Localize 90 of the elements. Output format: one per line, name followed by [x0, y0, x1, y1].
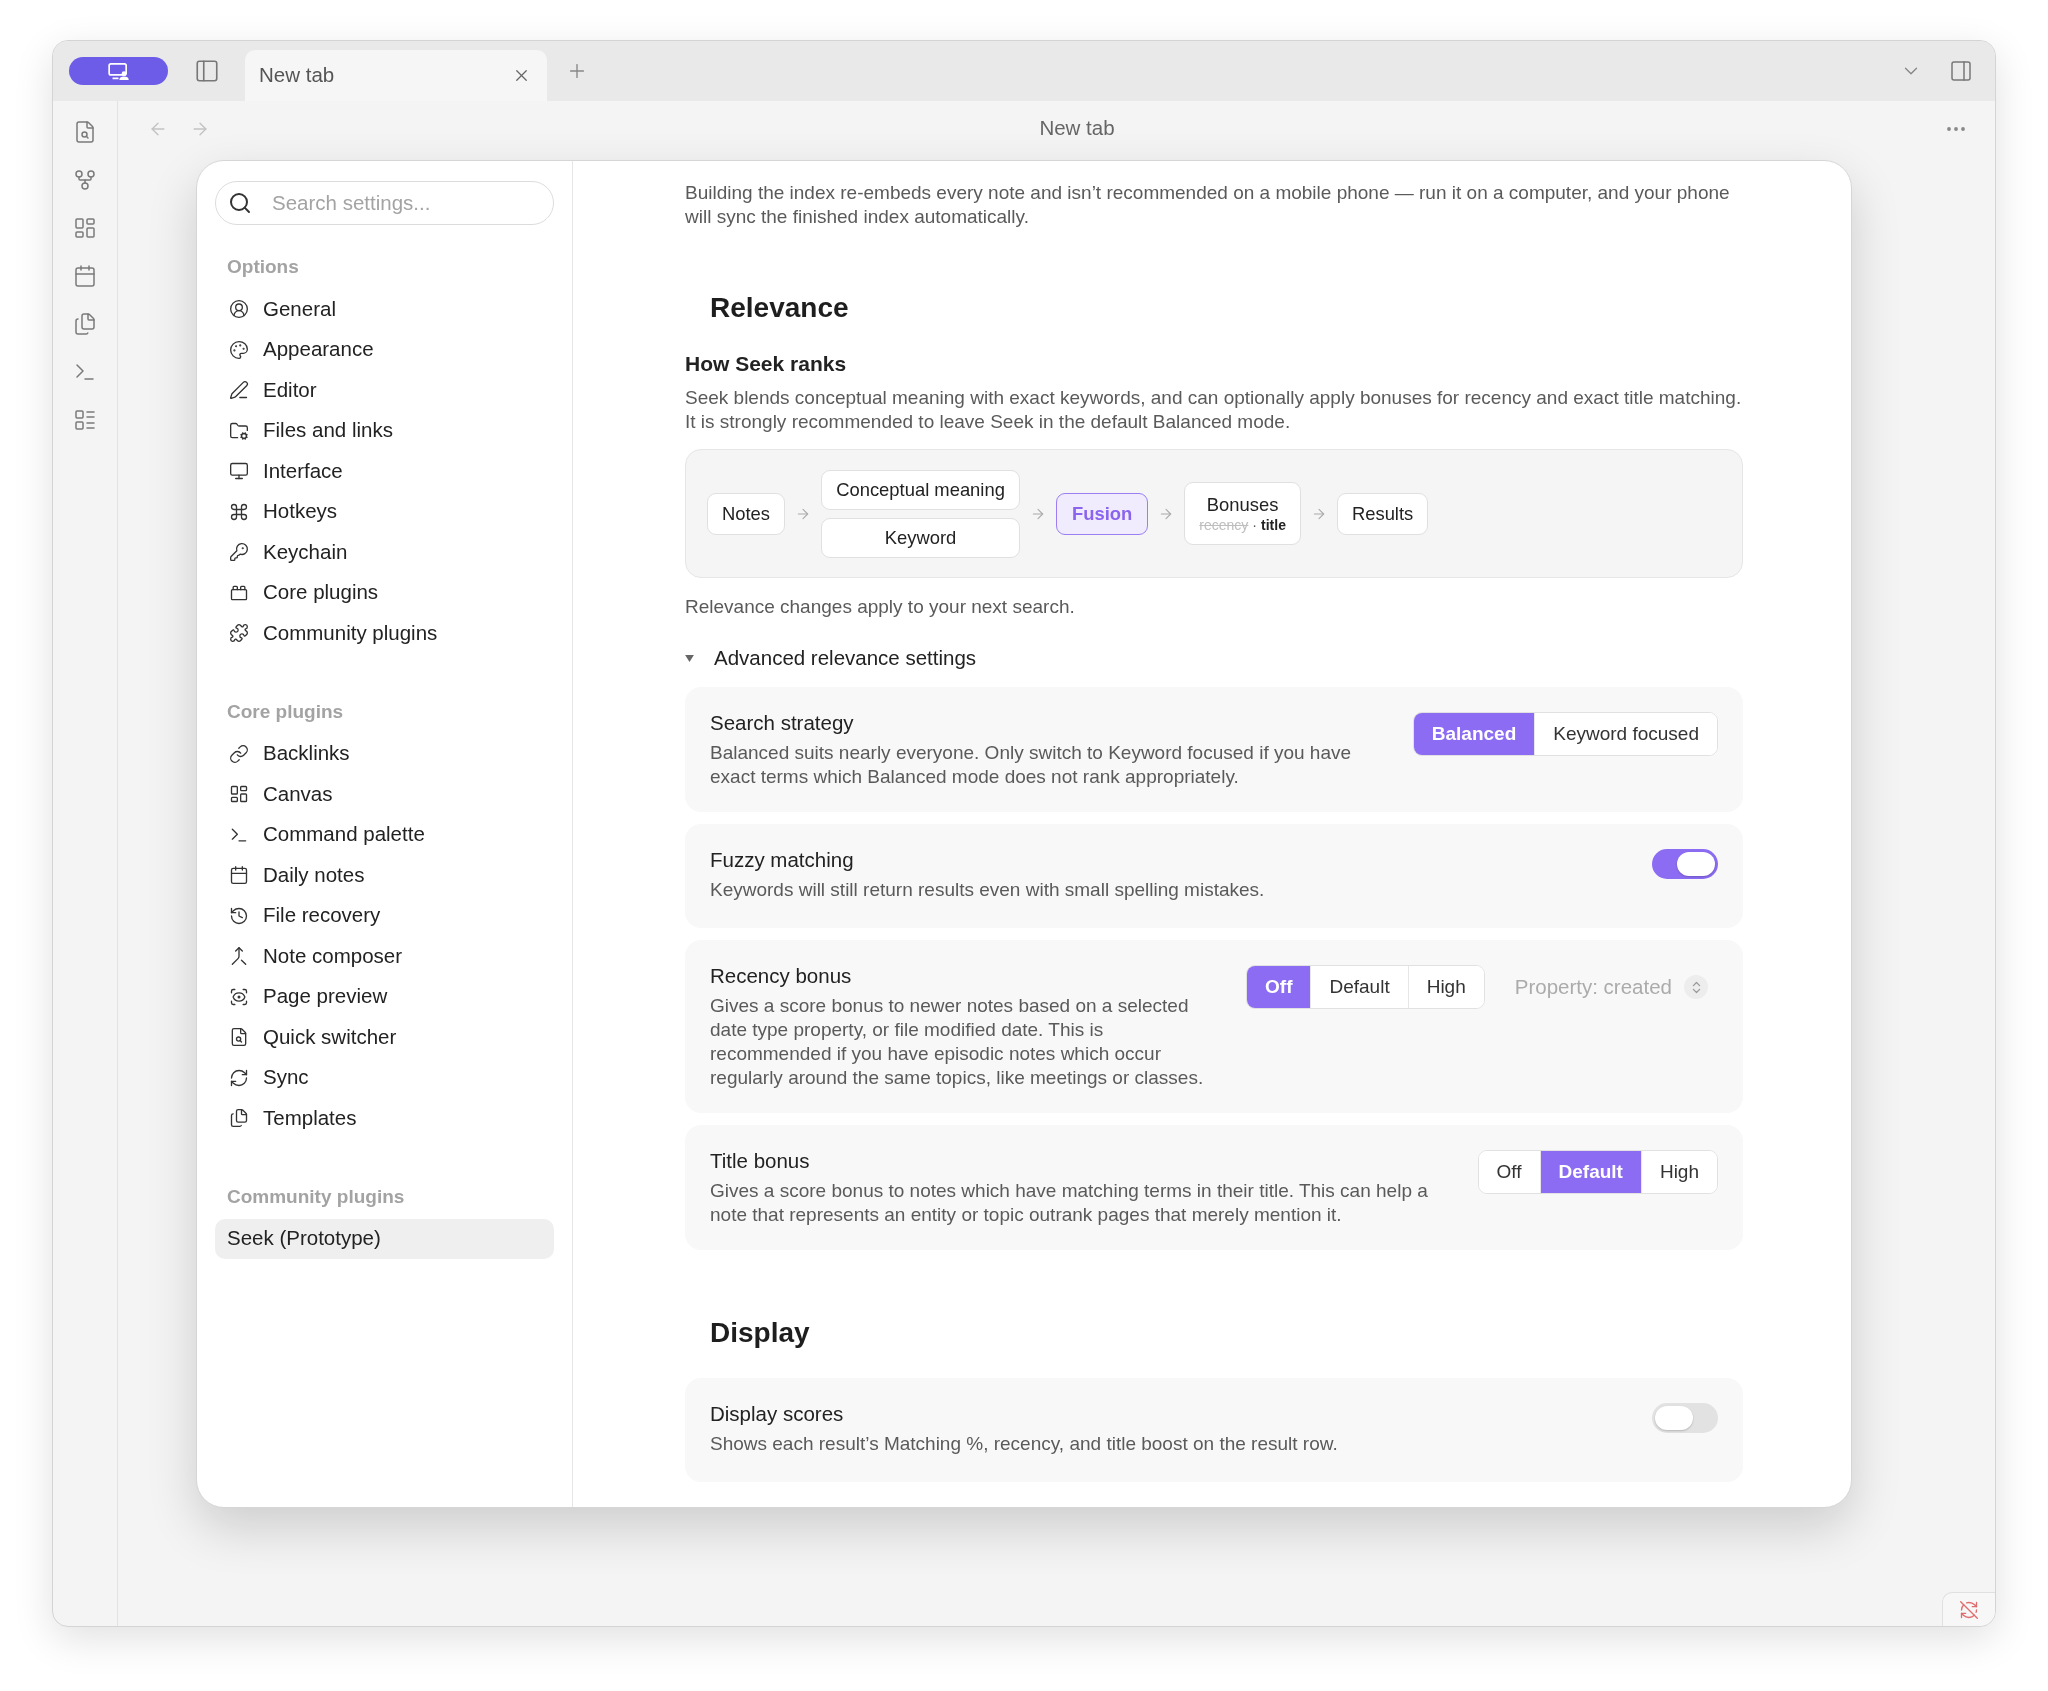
sidebar-item[interactable]: General — [215, 289, 554, 330]
setting-description: Balanced suits nearly everyone. Only switch to Keyword focused if you have exact terms which Balanced mode does not rank appropriately. — [710, 741, 1353, 789]
pen-icon — [229, 380, 249, 401]
setting-title: Search strategy — [710, 710, 855, 736]
grid-icon[interactable] — [73, 216, 97, 240]
sidebar-item[interactable]: File recovery — [215, 895, 554, 936]
user-circle-icon — [229, 299, 249, 320]
sidebar-item[interactable]: Core plugins — [215, 572, 554, 613]
sidebar-item[interactable]: Note composer — [215, 936, 554, 977]
section-heading: Options — [226, 255, 300, 279]
sidebar-item[interactable]: Canvas — [215, 774, 554, 815]
pipeline-node: Conceptual meaning — [821, 469, 1021, 510]
command-key-icon — [229, 501, 249, 522]
search-icon — [228, 191, 252, 215]
monitor-user-icon — [108, 62, 129, 80]
node-label: Bonuses — [1206, 493, 1279, 516]
search-field[interactable]: Search settings... — [215, 181, 554, 225]
monitor-icon — [229, 461, 249, 482]
pipeline-node: Results — [1336, 492, 1429, 535]
eye-scan-icon — [229, 986, 249, 1007]
files-icon — [229, 1108, 249, 1129]
sidebar-item[interactable]: Command palette — [215, 814, 554, 855]
sidebar-item[interactable]: Quick switcher — [215, 1017, 554, 1058]
sidebar-item[interactable]: Seek (Prototype) — [215, 1218, 554, 1259]
setting-description: Gives a score bonus to newer notes based on a selected date type property, or file modified date. This is recommended if you have episodic notes which occur regularly around the same topics, like meetings or classes. — [710, 994, 1205, 1090]
merge-icon — [229, 946, 249, 967]
pipeline-node: Keyword — [821, 517, 1021, 558]
segment-option[interactable]: Off — [1247, 966, 1311, 1008]
bonus-terms: recency · title — [1199, 515, 1286, 534]
key-icon — [229, 542, 249, 563]
file-search-icon[interactable] — [73, 120, 97, 144]
setting-title: Fuzzy matching — [710, 847, 855, 873]
up-down-icon — [1684, 975, 1708, 999]
setting-description: Gives a score bonus to notes which have matching terms in their title. This can help a note that represents an entity or topic outrank pages that merely mention it. — [710, 1179, 1429, 1227]
right-sidebar-toggle-icon[interactable] — [1949, 59, 1973, 83]
files-icon[interactable] — [73, 312, 97, 336]
sidebar-item[interactable]: Sync — [215, 1057, 554, 1098]
pipeline-node: Notes — [707, 492, 786, 535]
section-title: Relevance — [709, 291, 850, 325]
sidebar-item[interactable]: Community plugins — [215, 613, 554, 654]
setting-title: Title bonus — [710, 1148, 811, 1174]
sync-status-button[interactable] — [1942, 1592, 1995, 1626]
sidebar-item[interactable]: Keychain — [215, 532, 554, 573]
link-icon — [229, 743, 249, 764]
disclosure-toggle[interactable]: Advanced relevance settings — [685, 645, 977, 671]
setting-description: Keywords will still return results even with small spelling mistakes. — [710, 878, 1266, 902]
graph-icon[interactable] — [73, 168, 97, 192]
view-title: New tab — [1039, 115, 1115, 142]
segment-option[interactable]: High — [1407, 966, 1484, 1008]
grid-icon — [229, 784, 249, 805]
file-search-icon — [229, 1027, 249, 1048]
workspace-button[interactable] — [69, 57, 168, 85]
segment-option[interactable]: Default — [1539, 1151, 1641, 1193]
sidebar-item[interactable]: Hotkeys — [215, 491, 554, 532]
calendar-icon — [229, 865, 249, 886]
description-text: Relevance changes apply to your next search. — [685, 595, 1076, 619]
pipeline-node: Fusion — [1056, 492, 1149, 535]
sync-off-icon — [1959, 1599, 1979, 1620]
section-title: Display — [709, 1316, 811, 1350]
setting-title: Display scores — [710, 1401, 845, 1427]
sync-icon — [229, 1067, 249, 1088]
palette-icon — [229, 339, 249, 360]
segment-option[interactable]: Balanced — [1413, 713, 1535, 755]
subsection-heading: How Seek ranks — [685, 351, 848, 377]
segment-option[interactable]: High — [1640, 1151, 1717, 1193]
setting-title: Recency bonus — [710, 963, 853, 989]
list-icon[interactable] — [73, 408, 97, 432]
sidebar-item[interactable]: Templates — [215, 1098, 554, 1139]
sidebar-item[interactable]: Appearance — [215, 329, 554, 370]
segment-option[interactable]: Keyword focused — [1534, 713, 1717, 755]
sidebar-item[interactable]: Backlinks — [215, 733, 554, 774]
toggle-switch[interactable] — [1652, 1403, 1718, 1433]
sidebar-item[interactable]: Interface — [215, 451, 554, 492]
sidebar-item[interactable]: Files and links — [215, 410, 554, 451]
section-heading: Core plugins — [226, 699, 345, 724]
intro-text: Building the index re-embeds every note and isn’t recommended on a mobile phone — run it on a computer, and your phone will sync the finished index automatically. — [685, 181, 1731, 229]
puzzle-icon — [229, 623, 249, 644]
section-heading: Community plugins — [226, 1184, 406, 1209]
toggle-switch[interactable] — [1652, 849, 1718, 879]
setting-description: Shows each result’s Matching %, recency, and title boost on the result row. — [710, 1432, 1339, 1456]
description-text: Seek blends conceptual meaning with exact keywords, and can optionally apply bonuses for recency and exact title matching. It is strongly recommended to leave Seek in the default Balanced mode. — [685, 386, 1743, 434]
sidebar-item[interactable]: Editor — [215, 370, 554, 411]
sidebar-item[interactable]: Page preview — [215, 976, 554, 1017]
history-icon — [229, 905, 249, 926]
sidebar-item[interactable]: Daily notes — [215, 855, 554, 896]
tab[interactable]: New tab — [245, 50, 547, 101]
triangle-icon — [685, 654, 694, 662]
sidebar-toggle-icon[interactable] — [194, 58, 220, 84]
calendar-icon[interactable] — [73, 264, 97, 288]
folder-gear-icon — [229, 420, 249, 441]
